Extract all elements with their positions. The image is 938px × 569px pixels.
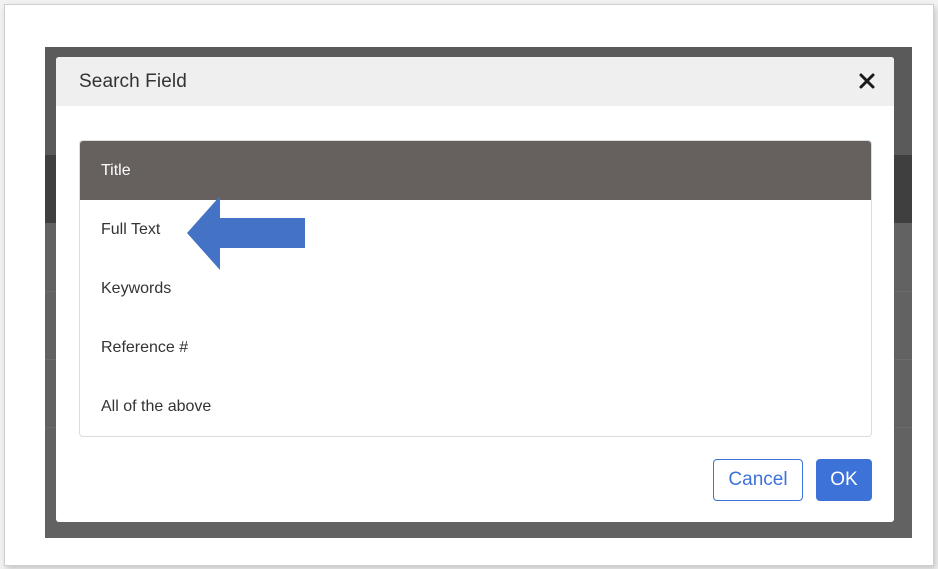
option-label: Keywords <box>101 279 172 297</box>
search-field-option-list: Title Full Text Keywords Reference # All… <box>79 140 872 437</box>
option-label: All of the above <box>101 397 212 415</box>
ok-button[interactable]: OK <box>816 459 872 501</box>
search-field-dialog: Search Field Title Full Text Keywords Re… <box>56 57 894 522</box>
dialog-title: Search Field <box>79 71 187 92</box>
option-title[interactable]: Title <box>80 141 871 200</box>
option-label: Full Text <box>101 220 161 238</box>
option-label: Reference # <box>101 338 189 356</box>
dialog-header: Search Field <box>56 57 894 106</box>
cancel-button[interactable]: Cancel <box>713 459 803 501</box>
option-label: Title <box>101 161 131 179</box>
option-all-of-the-above[interactable]: All of the above <box>80 377 871 436</box>
close-button[interactable] <box>856 70 878 92</box>
close-icon <box>859 73 875 89</box>
option-reference-number[interactable]: Reference # <box>80 318 871 377</box>
left-arrow-icon <box>187 196 305 270</box>
